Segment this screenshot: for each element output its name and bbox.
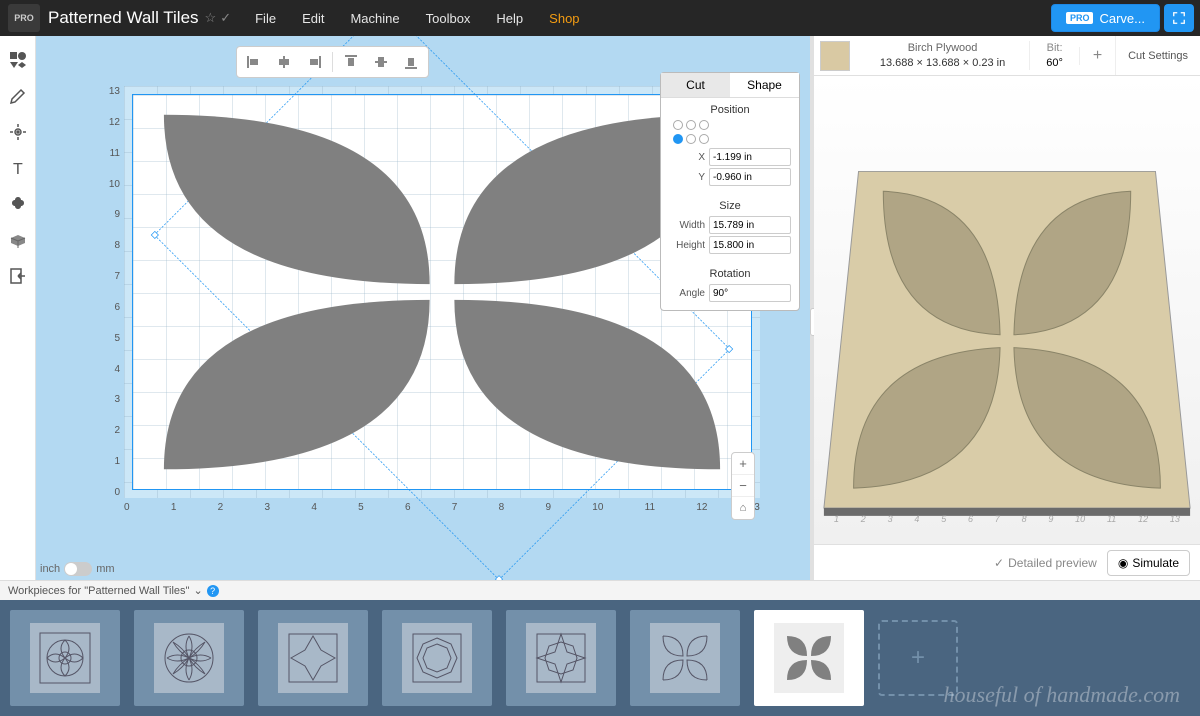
top-bar: PRO Patterned Wall Tiles ☆ ✓ File Edit M… [0,0,1200,36]
properties-panel: Cut Shape Position X Y Size Width Height… [660,72,800,311]
design-shape[interactable] [133,95,751,489]
angle-input[interactable] [709,284,791,302]
bit-value: 60° [1030,56,1079,70]
menu-file[interactable]: File [255,11,276,26]
align-right-button[interactable] [300,50,328,74]
drill-tool[interactable] [0,114,36,150]
height-input[interactable] [709,236,791,254]
preview-panel: « Birch Plywood 13.688 × 13.688 × 0.23 i… [810,36,1200,580]
workpiece-thumb-1[interactable] [10,610,120,706]
carve-label: Carve... [1099,11,1145,26]
preview-3d-viewport[interactable]: 12345678910111213 [814,76,1200,544]
ruler-y: 012345678910111213 [96,86,124,498]
ruler-x: 012345678910111213 [124,502,760,520]
workpieces-strip: + houseful of handmade.com [0,600,1200,716]
material-name: Birch Plywood [856,41,1029,55]
bit-info[interactable]: Bit: 60° [1029,41,1079,70]
unit-toggle[interactable]: inch mm [40,562,115,576]
angle-label: Angle [669,288,705,299]
align-toolbar [236,46,429,78]
menu-machine[interactable]: Machine [350,11,399,26]
x-input[interactable] [709,148,791,166]
material-dims: 13.688 × 13.688 × 0.23 in [856,56,1029,70]
preview-ruler: 12345678910111213 [834,514,1180,524]
saved-icon: ✓ [220,10,231,26]
shapes-tool[interactable] [0,42,36,78]
project-title[interactable]: Patterned Wall Tiles [48,8,199,28]
align-bottom-button[interactable] [397,50,425,74]
import-tool[interactable] [0,258,36,294]
carve-button[interactable]: PRO Carve... [1051,4,1160,32]
material-info[interactable]: Birch Plywood 13.688 × 13.688 × 0.23 in [856,41,1029,70]
left-toolbar: T [0,36,36,580]
app-logo: PRO [8,4,40,32]
material-bar: Birch Plywood 13.688 × 13.688 × 0.23 in … [814,36,1200,76]
brick-tool[interactable] [0,222,36,258]
unit-switch[interactable] [64,562,92,576]
material-swatch[interactable] [820,41,850,71]
align-center-h-button[interactable] [270,50,298,74]
text-tool[interactable]: T [0,150,36,186]
width-input[interactable] [709,216,791,234]
workpiece-thumb-6[interactable] [630,610,740,706]
simulate-button[interactable]: ◉ Simulate [1107,550,1190,576]
unit-inch-label: inch [40,563,60,575]
watermark: houseful of handmade.com [944,682,1180,708]
cut-settings-button[interactable]: Cut Settings [1115,36,1200,75]
zoom-out-button[interactable]: − [732,475,754,497]
apps-tool[interactable] [0,186,36,222]
bit-label: Bit: [1030,41,1079,55]
align-left-button[interactable] [240,50,268,74]
svg-text:T: T [13,161,23,178]
align-center-v-button[interactable] [367,50,395,74]
workpiece-outline[interactable] [132,94,752,490]
menu-shop[interactable]: Shop [549,11,579,26]
design-canvas[interactable]: Cut Shape Position X Y Size Width Height… [36,36,810,580]
rotation-heading: Rotation [669,268,791,280]
zoom-in-button[interactable]: + [732,453,754,475]
unit-mm-label: mm [96,563,114,575]
x-label: X [669,152,705,163]
y-label: Y [669,172,705,183]
workpiece-thumb-4[interactable] [382,610,492,706]
menu-help[interactable]: Help [496,11,523,26]
y-input[interactable] [709,168,791,186]
fullscreen-button[interactable] [1164,4,1194,32]
main-menu: File Edit Machine Toolbox Help Shop [255,11,579,26]
pro-badge: PRO [1066,12,1094,24]
menu-edit[interactable]: Edit [302,11,324,26]
add-workpiece-button[interactable]: + [878,620,958,696]
anchor-picker[interactable] [669,120,791,130]
size-heading: Size [669,200,791,212]
chevron-down-icon: ⌄ [193,584,202,597]
menu-toolbox[interactable]: Toolbox [426,11,471,26]
help-icon[interactable]: ? [207,585,219,597]
preview-footer: ✓ Detailed preview ◉ Simulate [814,544,1200,580]
workpiece-thumb-2[interactable] [134,610,244,706]
tab-shape[interactable]: Shape [730,73,799,97]
workpiece-thumb-5[interactable] [506,610,616,706]
width-label: Width [669,220,705,231]
workpiece-thumb-7[interactable] [754,610,864,706]
height-label: Height [669,240,705,251]
zoom-home-button[interactable]: ⌂ [732,497,754,519]
tab-cut[interactable]: Cut [661,73,730,97]
detailed-preview-toggle[interactable]: ✓ Detailed preview [994,556,1097,570]
add-bit-button[interactable]: + [1079,47,1115,65]
zoom-controls: + − ⌂ [731,452,755,520]
pen-tool[interactable] [0,78,36,114]
workpieces-header[interactable]: Workpieces for "Patterned Wall Tiles" ⌄ … [0,580,1200,600]
align-top-button[interactable] [337,50,365,74]
workpiece-thumb-3[interactable] [258,610,368,706]
favorite-icon[interactable]: ☆ [205,10,217,26]
position-heading: Position [669,104,791,116]
